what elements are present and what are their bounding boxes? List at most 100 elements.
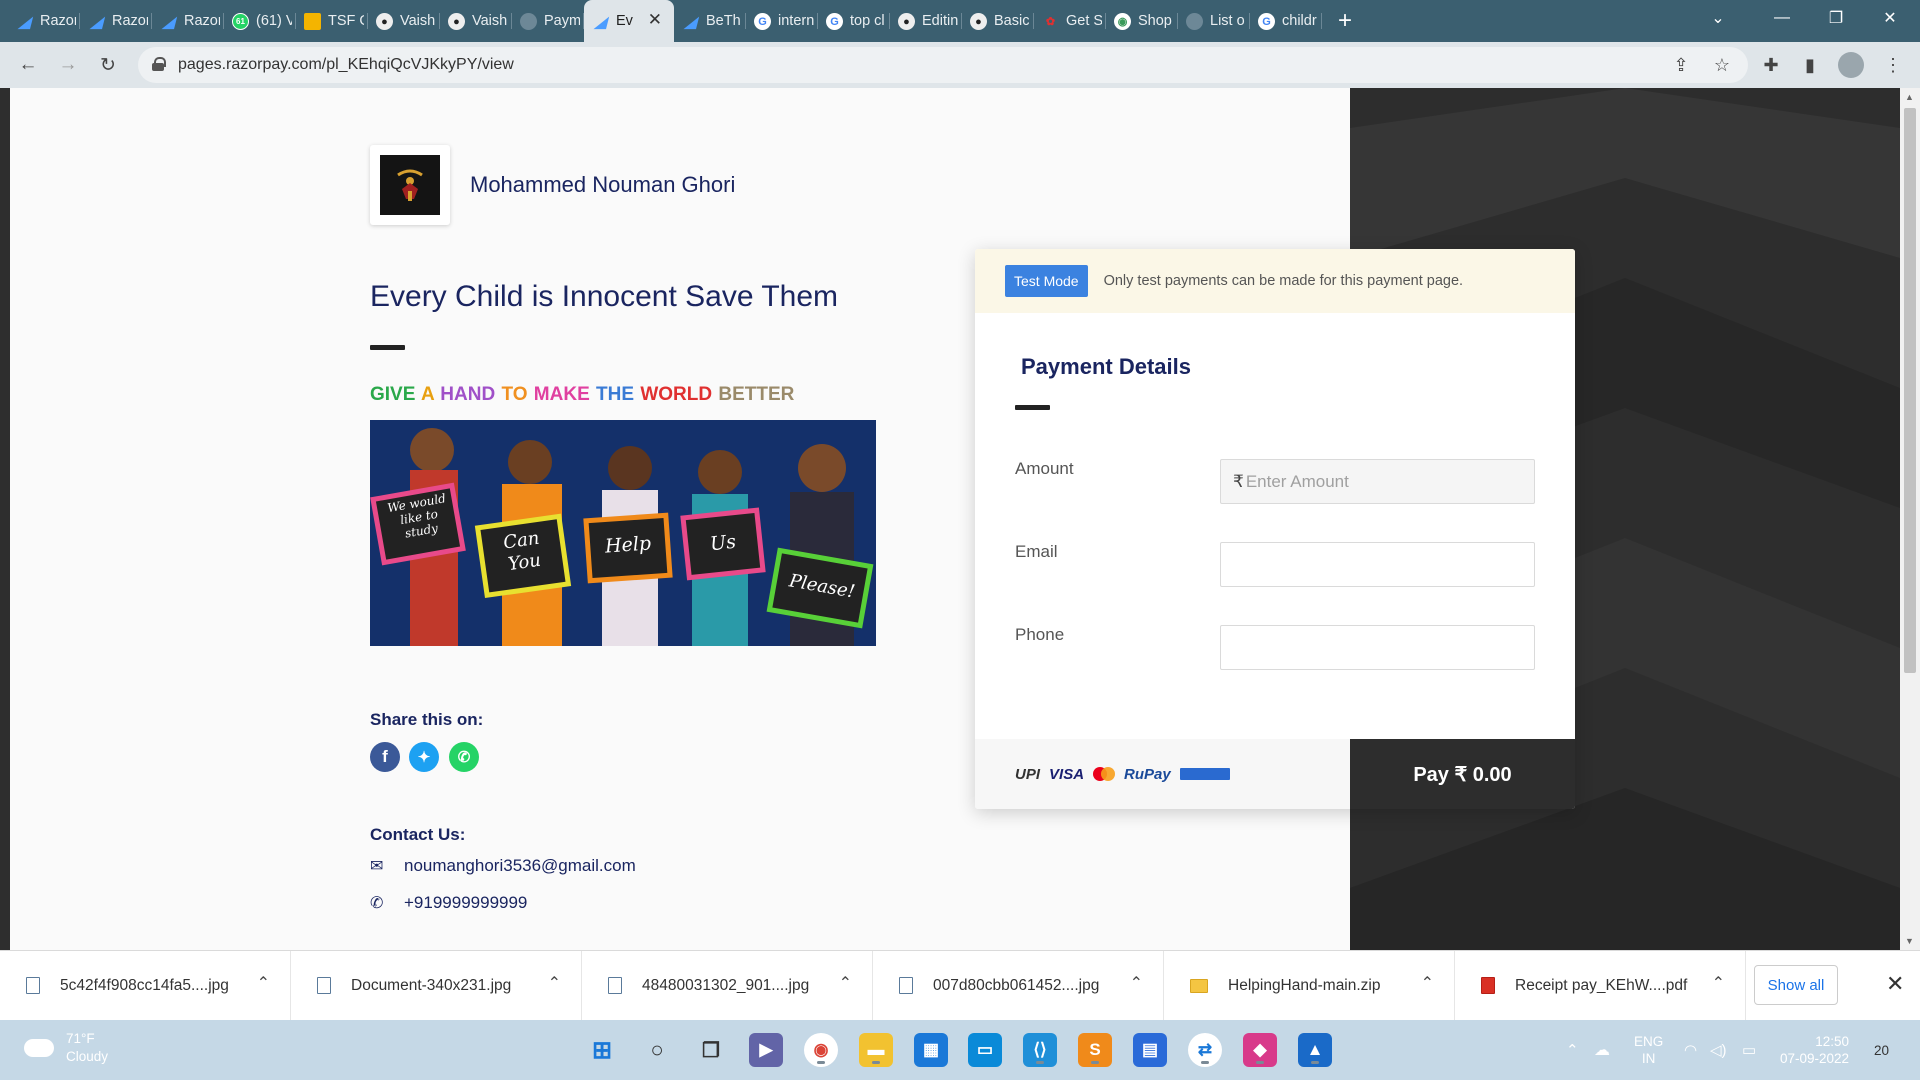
- back-icon[interactable]: ←: [8, 54, 48, 76]
- photos-icon[interactable]: ▲: [1298, 1033, 1332, 1067]
- tab[interactable]: Paym: [512, 0, 584, 42]
- restore-icon[interactable]: ❐: [1806, 0, 1866, 36]
- vscode-icon[interactable]: ⟨⟩: [1023, 1033, 1057, 1067]
- address-bar[interactable]: pages.razorpay.com/pl_KEhqiQcVJKkyPY/vie…: [138, 47, 1748, 83]
- calculator-icon[interactable]: ▤: [1133, 1033, 1167, 1067]
- extensions-puzzle-icon[interactable]: ✚: [1758, 52, 1784, 78]
- teamviewer-icon[interactable]: ⇄: [1188, 1033, 1222, 1067]
- remote-desktop-icon[interactable]: ▭: [968, 1033, 1002, 1067]
- google-icon: G: [826, 13, 843, 30]
- show-all-downloads-button[interactable]: Show all: [1754, 965, 1838, 1005]
- task-view-icon[interactable]: ❐: [694, 1033, 728, 1067]
- chevron-up-icon[interactable]: ⌃: [839, 973, 852, 993]
- tab[interactable]: Gchildr: [1250, 0, 1322, 42]
- phone-input[interactable]: [1220, 625, 1535, 670]
- ms-store-icon[interactable]: ▦: [914, 1033, 948, 1067]
- tagline: GIVE A HAND TO MAKE THE WORLD BETTER: [370, 384, 794, 406]
- sublime-text-icon[interactable]: S: [1078, 1033, 1112, 1067]
- page-scrollbar[interactable]: ▲ ▼: [1900, 88, 1920, 950]
- clock[interactable]: 12:50 07-09-2022: [1780, 1020, 1849, 1080]
- chevron-up-icon[interactable]: ⌃: [1421, 973, 1434, 993]
- contact-phone-text[interactable]: +919999999999: [404, 893, 527, 913]
- paint-icon[interactable]: ◆: [1243, 1033, 1277, 1067]
- search-icon[interactable]: ○: [640, 1033, 674, 1067]
- wifi-icon[interactable]: ◠: [1684, 1020, 1697, 1080]
- tab[interactable]: ◢ BeTh: [674, 0, 746, 42]
- tab[interactable]: 61 (61) V: [224, 0, 296, 42]
- chevron-up-icon[interactable]: ⌃: [257, 973, 270, 993]
- tab[interactable]: Gtop cl: [818, 0, 890, 42]
- tab[interactable]: ● Editin: [890, 0, 962, 42]
- new-tab-button[interactable]: +: [1338, 7, 1352, 35]
- contact-phone[interactable]: ✆ +919999999999: [370, 893, 527, 913]
- contact-email[interactable]: ✉ noumanghori3536@gmail.com: [370, 856, 636, 876]
- tab[interactable]: ✿ Get S: [1034, 0, 1106, 42]
- download-filename: Receipt pay_KEhW....pdf: [1515, 976, 1688, 994]
- weather-widget[interactable]: 71°F Cloudy: [24, 1030, 108, 1066]
- tab[interactable]: ◢ Razor: [152, 0, 224, 42]
- scroll-down-icon[interactable]: ▼: [1905, 936, 1914, 946]
- share-label: Share this on:: [370, 710, 484, 729]
- tab[interactable]: Gintern: [746, 0, 818, 42]
- tab[interactable]: TSF G: [296, 0, 368, 42]
- file-explorer-icon[interactable]: ▬: [859, 1033, 893, 1067]
- share-icon[interactable]: ⇪: [1668, 52, 1694, 78]
- scroll-up-icon[interactable]: ▲: [1905, 92, 1914, 102]
- windows-taskbar: 71°F Cloudy ⊞ ○ ❐ ▶ ◉ ▬ ▦ ▭ ⟨⟩ S ▤ ⇄ ◆ ▲…: [0, 1020, 1920, 1080]
- download-item[interactable]: Receipt pay_KEhW....pdf ⌃: [1455, 950, 1746, 1021]
- teams-chat-icon[interactable]: ▶: [749, 1033, 783, 1067]
- browser-toolbar: ← → ↻ pages.razorpay.com/pl_KEhqiQcVJKky…: [0, 42, 1920, 88]
- chevron-up-icon[interactable]: ⌃: [548, 973, 561, 993]
- download-item[interactable]: 5c42f4f908cc14fa5....jpg ⌃: [0, 950, 291, 1021]
- download-item[interactable]: 007d80cbb061452....jpg ⌃: [873, 950, 1164, 1021]
- download-item[interactable]: HelpingHand-main.zip ⌃: [1164, 950, 1455, 1021]
- payment-methods-footer: UPI VISA RuPay: [975, 739, 1350, 809]
- chrome-icon[interactable]: ◉: [804, 1033, 838, 1067]
- amount-input[interactable]: ₹ Enter Amount: [1220, 459, 1535, 504]
- twitter-icon[interactable]: ✦: [409, 742, 439, 772]
- temperature: 71°F: [66, 1031, 95, 1046]
- test-mode-badge: Test Mode: [1005, 265, 1088, 297]
- battery-icon[interactable]: ▭: [1742, 1020, 1756, 1080]
- tab[interactable]: ● Vaish: [440, 0, 512, 42]
- profile-avatar[interactable]: [1838, 52, 1864, 78]
- close-window-icon[interactable]: ✕: [1860, 0, 1920, 36]
- tray-overflow-icon[interactable]: ⌃: [1566, 1020, 1579, 1080]
- reload-icon[interactable]: ↻: [88, 54, 128, 77]
- tab[interactable]: List o: [1178, 0, 1250, 42]
- menu-kebab-icon[interactable]: ⋮: [1880, 52, 1906, 78]
- close-downloads-icon[interactable]: ✕: [1886, 971, 1904, 997]
- scrollbar-thumb[interactable]: [1904, 108, 1916, 673]
- download-item[interactable]: Document-340x231.jpg ⌃: [291, 950, 582, 1021]
- lock-icon[interactable]: [152, 57, 166, 71]
- razorpay-icon: ◢: [90, 13, 103, 31]
- close-tab-icon[interactable]: ✕: [648, 10, 662, 30]
- tagline-word: WORLD: [640, 384, 713, 405]
- minimize-icon[interactable]: —: [1752, 0, 1812, 36]
- contact-email-text[interactable]: noumanghori3536@gmail.com: [404, 856, 636, 876]
- pay-button[interactable]: Pay ₹ 0.00: [1350, 739, 1575, 809]
- tab[interactable]: ◢ Razor: [8, 0, 80, 42]
- phone-label: Phone: [1015, 625, 1065, 644]
- tab[interactable]: ● Vaish: [368, 0, 440, 42]
- tab-search-chevron-icon[interactable]: ⌄: [1688, 0, 1748, 36]
- facebook-icon[interactable]: f: [370, 742, 400, 772]
- email-input[interactable]: [1220, 542, 1535, 587]
- windows-start-icon[interactable]: ⊞: [585, 1033, 619, 1067]
- pdf-file-icon: [1481, 977, 1495, 994]
- tab[interactable]: ● Basic: [962, 0, 1034, 42]
- tab[interactable]: ◉ Shop: [1106, 0, 1178, 42]
- download-item[interactable]: 48480031302_901....jpg ⌃: [582, 950, 873, 1021]
- bookmark-star-icon[interactable]: ☆: [1709, 52, 1735, 78]
- notification-count[interactable]: 20: [1874, 1020, 1889, 1080]
- whatsapp-icon[interactable]: ✆: [449, 742, 479, 772]
- language-indicator[interactable]: ENG IN: [1634, 1020, 1663, 1080]
- chevron-up-icon[interactable]: ⌃: [1130, 973, 1143, 993]
- tab-active[interactable]: ◢ Ev ✕: [584, 0, 674, 42]
- tab[interactable]: ◢ Razor: [80, 0, 152, 42]
- chevron-up-icon[interactable]: ⌃: [1712, 973, 1725, 993]
- side-panel-icon[interactable]: ▮: [1797, 52, 1823, 78]
- forward-icon[interactable]: →: [48, 54, 88, 76]
- onedrive-icon[interactable]: ☁: [1594, 1020, 1610, 1080]
- volume-icon[interactable]: ◁): [1710, 1020, 1727, 1080]
